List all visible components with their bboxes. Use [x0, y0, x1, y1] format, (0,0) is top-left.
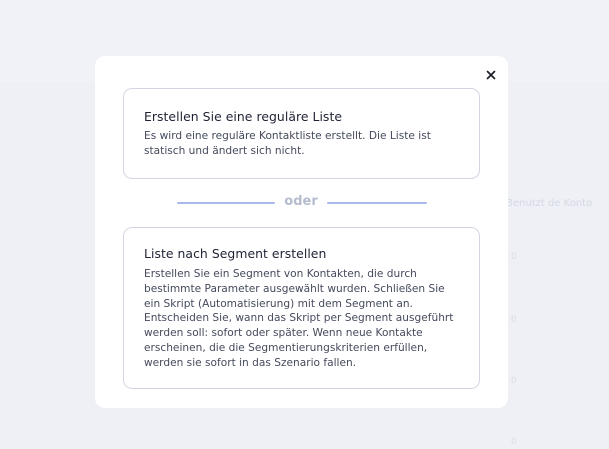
description-line: bestimmte Parameter ausgewählt wurden. S… [144, 282, 445, 295]
divider-line [177, 202, 275, 204]
background-row-value: 0 [511, 252, 517, 262]
or-divider: oder [177, 193, 427, 211]
or-label: oder [284, 194, 318, 209]
background-row-value: 0 [511, 437, 517, 447]
background-row-value: 0 [511, 376, 517, 386]
regular-list-description: Es wird eine reguläre Kontaktliste erste… [144, 130, 431, 157]
description-line: Erstellen Sie ein Segment von Kontakten,… [144, 268, 417, 280]
segment-list-title: Liste nach Segment erstellen [144, 246, 327, 261]
divider-line [327, 202, 427, 204]
segment-list-option[interactable]: Liste nach Segment erstellen Erstellen S… [123, 227, 480, 389]
description-line: werden soll: sofort oder später. Wenn ne… [144, 327, 423, 340]
description-line: ein Skript (Automatisierung) mit dem Seg… [144, 297, 413, 310]
segment-list-description: Erstellen Sie ein Segment von Kontakten,… [144, 267, 459, 371]
regular-list-title: Erstellen Sie eine reguläre Liste [144, 109, 343, 124]
create-list-modal: Erstellen Sie eine reguläre Liste Es wir… [95, 56, 508, 408]
background-row-value: 0 [511, 315, 517, 325]
regular-list-option[interactable]: Erstellen Sie eine reguläre Liste Es wir… [123, 88, 480, 179]
description-line: erscheinen, die die Segmentierungskriter… [144, 341, 428, 354]
description-line: Entscheiden Sie, wann das Skript per Seg… [144, 312, 454, 325]
close-icon[interactable] [483, 67, 499, 83]
background-column-label: Benutzt de Konto [506, 198, 593, 209]
description-line: werden sie sofort in das Szenario fallen… [144, 356, 357, 369]
